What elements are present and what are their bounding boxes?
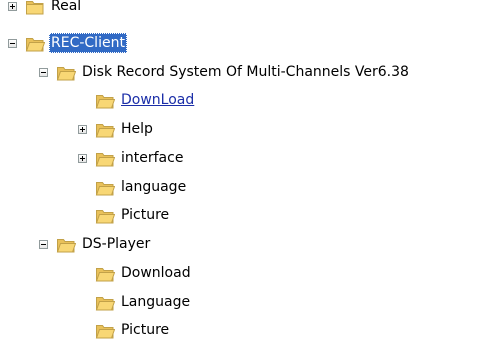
tree-node-download-1[interactable]: DownLoad [0, 90, 482, 114]
open-folder-icon [95, 92, 116, 110]
open-folder-icon [95, 121, 116, 139]
collapse-minus-icon[interactable] [8, 39, 17, 48]
tree-node-label[interactable]: DS-Player [80, 234, 152, 254]
tree-node-ds-player[interactable]: DS-Player [0, 234, 482, 258]
expand-plus-icon[interactable] [78, 125, 87, 134]
open-folder-icon [56, 236, 77, 254]
open-folder-icon [95, 150, 116, 168]
tree-node-interface[interactable]: interface [0, 148, 482, 172]
tree-node-language-1[interactable]: language [0, 177, 482, 201]
tree-node-disk-record[interactable]: Disk Record System Of Multi-Channels Ver… [0, 62, 482, 86]
tree-node-label[interactable]: REC-Client [49, 33, 127, 53]
collapse-minus-icon[interactable] [39, 240, 48, 249]
open-folder-icon [95, 294, 116, 312]
tree-node-real[interactable]: Real [0, 0, 482, 20]
open-folder-icon [95, 179, 116, 197]
tree-node-label[interactable]: DownLoad [119, 90, 196, 110]
expand-plus-icon[interactable] [78, 154, 87, 163]
tree-node-label[interactable]: Language [119, 292, 192, 312]
open-folder-icon [95, 322, 116, 340]
tree-node-label[interactable]: language [119, 177, 188, 197]
tree-node-picture-2[interactable]: Picture [0, 320, 482, 343]
tree-node-label[interactable]: Download [119, 263, 193, 283]
tree-node-label[interactable]: Help [119, 119, 155, 139]
tree-node-label[interactable]: interface [119, 148, 185, 168]
open-folder-icon [56, 64, 77, 82]
tree-node-picture-1[interactable]: Picture [0, 205, 482, 229]
closed-folder-icon [25, 0, 45, 16]
collapse-minus-icon[interactable] [39, 68, 48, 77]
open-folder-icon [95, 265, 116, 283]
tree-node-label[interactable]: Picture [119, 320, 171, 340]
open-folder-icon [95, 207, 116, 225]
tree-node-rec-client[interactable]: REC-Client [0, 33, 482, 57]
open-folder-icon [25, 35, 46, 53]
tree-node-label[interactable]: Real [49, 0, 83, 16]
tree-node-download-2[interactable]: Download [0, 263, 482, 287]
tree-node-label[interactable]: Picture [119, 205, 171, 225]
tree-node-label[interactable]: Disk Record System Of Multi-Channels Ver… [80, 62, 411, 82]
tree-node-language-2[interactable]: Language [0, 292, 482, 316]
expand-plus-icon[interactable] [8, 2, 17, 11]
folder-tree[interactable]: Real REC-Client Disk Record System Of Mult… [0, 0, 482, 343]
tree-node-help[interactable]: Help [0, 119, 482, 143]
